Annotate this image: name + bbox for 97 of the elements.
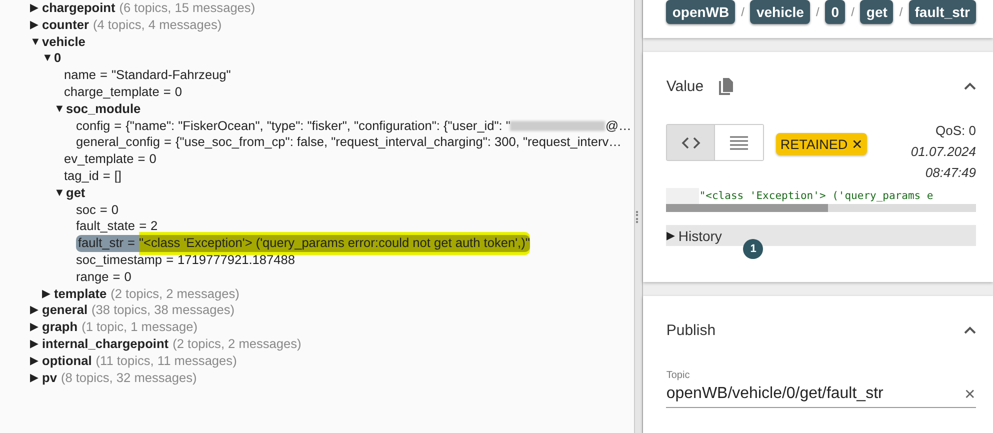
- expanded-arrow-icon[interactable]: ▼: [42, 50, 54, 68]
- collapse-chevron-icon[interactable]: [964, 82, 976, 90]
- topic-name[interactable]: internal_chargepoint: [42, 336, 169, 353]
- collapsed-arrow-icon[interactable]: ▶: [30, 319, 42, 336]
- topic-name[interactable]: tag_id: [64, 168, 99, 185]
- panel-title: Value: [666, 78, 704, 94]
- topic-value: []: [114, 168, 122, 185]
- collapsed-arrow-icon[interactable]: ▶: [30, 16, 42, 34]
- field-label: Topic: [666, 370, 691, 381]
- topic-name[interactable]: fault_str: [76, 235, 124, 252]
- equals-sign: =: [112, 268, 122, 286]
- collapsed-arrow-icon[interactable]: ▶: [30, 370, 42, 386]
- topic-name[interactable]: vehicle: [42, 34, 86, 50]
- topic-value: 0: [174, 84, 182, 101]
- equals-sign: =: [99, 67, 108, 84]
- history-count-badge: 1: [743, 239, 764, 259]
- breadcrumb-separator: /: [741, 5, 744, 19]
- topic-name[interactable]: name: [64, 67, 96, 84]
- expanded-arrow-icon[interactable]: ▼: [54, 184, 66, 202]
- collapsed-arrow-icon[interactable]: ▶: [30, 0, 42, 17]
- lines-icon: [729, 136, 750, 150]
- equals-sign: =: [136, 151, 146, 168]
- equals-sign: =: [162, 84, 172, 101]
- topic-value: 2: [150, 218, 158, 236]
- topic-name[interactable]: general_config: [76, 134, 160, 152]
- topic-name[interactable]: soc: [76, 202, 96, 218]
- topic-value: "Standard-Fahrzeug": [112, 67, 231, 84]
- message-time: 08:47:49: [925, 164, 976, 182]
- breadcrumb-chip[interactable]: fault_str: [908, 0, 976, 24]
- topic-count: (38 topics, 38 messages): [92, 302, 234, 320]
- code-text: "<class 'Exception'> ('query_params e: [699, 189, 934, 204]
- topic-value: 0: [124, 268, 132, 286]
- equals-sign: =: [98, 202, 108, 218]
- collapse-chevron-icon[interactable]: [964, 326, 976, 334]
- collapsed-arrow-icon[interactable]: ▶: [666, 229, 674, 242]
- topic-name[interactable]: chargepoint: [42, 0, 116, 17]
- copy-icon[interactable]: [718, 77, 734, 95]
- expanded-arrow-icon[interactable]: ▼: [54, 100, 66, 118]
- topic-value: {"name": "FiskerOcean", "type": "fisker", "configuration": {"user_id": ": [126, 118, 510, 134]
- topic-value: @…: [605, 118, 632, 134]
- topic-name[interactable]: ev_template: [64, 151, 134, 168]
- topic-name[interactable]: get: [66, 184, 86, 202]
- equals-sign: =: [165, 252, 175, 269]
- topic-name[interactable]: fault_state: [76, 218, 136, 236]
- topic-name[interactable]: charge_template: [64, 84, 160, 101]
- equals-sign: =: [162, 134, 172, 152]
- topic-count: (1 topic, 1 message): [82, 319, 198, 336]
- breadcrumb-chip[interactable]: 0: [825, 0, 846, 24]
- breadcrumb-separator: /: [816, 5, 820, 19]
- topic-value: {"use_soc_from_cp": false, "request_interval_charging": 300, "request_interv…: [175, 134, 622, 152]
- topic-count: (2 topics, 2 messages): [172, 336, 302, 353]
- collapsed-arrow-icon[interactable]: ▶: [30, 336, 42, 353]
- code-brackets-icon: [680, 136, 701, 148]
- topic-name[interactable]: soc_module: [66, 100, 141, 118]
- topic-value: 0: [149, 151, 156, 168]
- topic-name[interactable]: graph: [42, 319, 78, 336]
- collapsed-arrow-icon[interactable]: ▶: [30, 302, 42, 320]
- equals-sign: =: [113, 118, 123, 134]
- breadcrumb-separator: /: [899, 5, 903, 19]
- horizontal-scrollbar[interactable]: [666, 204, 976, 212]
- qos-label: QoS: 0: [936, 122, 976, 140]
- topic-count: (6 topics, 15 messages): [119, 0, 256, 17]
- topic-name[interactable]: template: [54, 286, 107, 302]
- editor-gutter: [666, 188, 700, 204]
- expanded-arrow-icon[interactable]: ▼: [30, 34, 42, 50]
- breadcrumb-chip[interactable]: get: [860, 0, 894, 24]
- breadcrumb-chip[interactable]: openWB: [666, 0, 736, 24]
- topic-count: (4 topics, 4 messages): [92, 16, 222, 34]
- topic-name[interactable]: counter: [42, 16, 89, 34]
- topic-name[interactable]: optional: [42, 352, 92, 370]
- topic-name[interactable]: general: [42, 302, 88, 320]
- collapsed-arrow-icon[interactable]: ▶: [30, 352, 42, 370]
- breadcrumb-separator: /: [851, 5, 854, 19]
- splitter-handle[interactable]: [634, 0, 644, 433]
- topic-value: 1719777921.187488: [178, 252, 295, 269]
- message-date: 01.07.2024: [910, 143, 976, 161]
- breadcrumb-chip[interactable]: vehicle: [750, 0, 810, 24]
- topic-name[interactable]: soc_timestamp: [76, 252, 162, 269]
- topic-name[interactable]: range: [76, 268, 109, 286]
- retained-tag[interactable]: RETAINED ✕: [776, 133, 868, 155]
- topic-name[interactable]: pv: [42, 370, 57, 386]
- history-label: History: [678, 228, 722, 244]
- clear-icon[interactable]: ✕: [964, 386, 976, 402]
- equals-sign: =: [124, 235, 140, 252]
- topic-count: (8 topics, 32 messages): [60, 370, 197, 386]
- panel-title: Publish: [666, 322, 716, 338]
- topic-name[interactable]: config: [76, 118, 110, 134]
- collapsed-arrow-icon[interactable]: ▶: [42, 286, 54, 302]
- topic-count: (2 topics, 2 messages): [110, 286, 240, 302]
- topic-name[interactable]: 0: [54, 50, 62, 68]
- topic-field[interactable]: openWB/vehicle/0/get/fault_str ✕: [666, 381, 976, 408]
- equals-sign: =: [138, 218, 148, 236]
- topic-value: 0: [111, 202, 119, 218]
- code-view-button[interactable]: [667, 125, 716, 160]
- topic-count: (11 topics, 11 messages): [96, 352, 237, 370]
- topic-value: "<class 'Exception'> ('query_params error:could not get auth token',)": [139, 235, 530, 252]
- equals-sign: =: [102, 168, 112, 185]
